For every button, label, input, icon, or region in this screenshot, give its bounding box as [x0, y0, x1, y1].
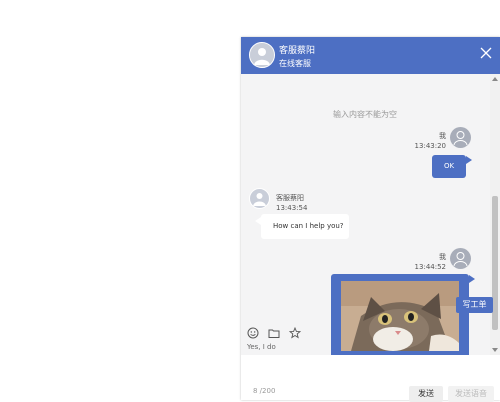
message-sender: 我	[439, 132, 446, 140]
message-input[interactable]: Yes, I do	[247, 343, 487, 351]
message-sender: 客服蔡阳	[276, 194, 304, 202]
message-sender: 我	[439, 253, 446, 261]
user-avatar-icon	[450, 127, 471, 148]
bubble-tail	[469, 275, 475, 283]
chat-widget: 客服蔡阳 在线客服 输入内容不能为空 我 13:43:20 OK 客服蔡阳 13…	[241, 37, 500, 400]
message-meta: 我 13:44:52	[415, 252, 446, 272]
message-meta: 我 13:43:20	[415, 131, 446, 151]
message-list[interactable]: 输入内容不能为空 我 13:43:20 OK 客服蔡阳 13:43:54 How…	[241, 74, 490, 355]
user-avatar-icon	[450, 248, 471, 269]
scroll-down-icon[interactable]	[492, 348, 498, 352]
message-time: 13:43:54	[276, 204, 308, 212]
create-ticket-button[interactable]: 写工单	[456, 297, 493, 313]
close-icon[interactable]	[479, 45, 493, 59]
message-time: 13:43:20	[414, 142, 446, 150]
chat-header: 客服蔡阳 在线客服	[241, 37, 500, 74]
message-bubble-incoming: How can I help you?	[261, 214, 349, 239]
agent-name: 客服蔡阳	[279, 46, 316, 56]
agent-avatar	[249, 42, 275, 68]
composer-toolbar	[247, 324, 305, 339]
bubble-tail	[466, 156, 472, 164]
message-meta: 客服蔡阳 13:43:54	[276, 193, 307, 213]
scroll-up-icon[interactable]	[492, 77, 498, 81]
message-time: 13:44:52	[414, 263, 446, 271]
cat-image[interactable]	[341, 281, 459, 351]
agent-status: 在线客服	[279, 59, 311, 68]
empty-input-hint: 输入内容不能为空	[333, 110, 397, 119]
star-icon[interactable]	[289, 324, 302, 339]
emoji-icon[interactable]	[247, 324, 259, 339]
message-bubble-outgoing: OK	[432, 155, 466, 178]
char-counter: 8 /200	[253, 387, 276, 395]
folder-icon[interactable]	[268, 324, 280, 338]
agent-message-avatar	[249, 188, 270, 209]
